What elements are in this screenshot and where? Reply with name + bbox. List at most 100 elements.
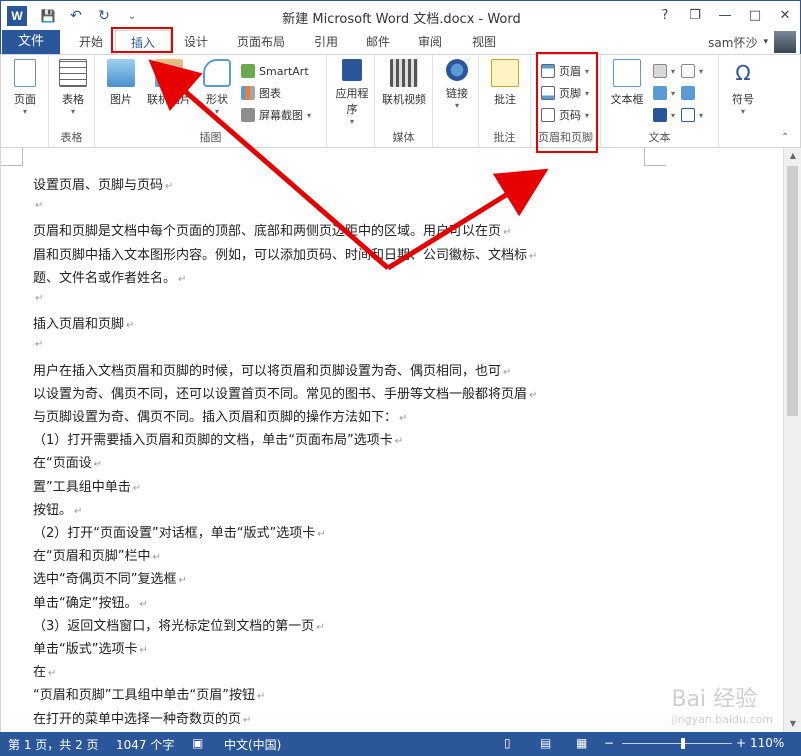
help-button[interactable]: ? — [650, 1, 680, 29]
zoom-in-button[interactable]: + — [736, 736, 746, 750]
pages-button[interactable]: 页面 ▾ — [7, 59, 43, 116]
tab-review[interactable]: 审阅 — [407, 30, 453, 54]
chevron-down-icon: ▾ — [349, 117, 354, 126]
document-line-text: 与页脚设置为奇、偶页不同。插入页眉和页脚的操作方法如下： — [33, 410, 398, 425]
proofing-icon[interactable]: ▣ — [192, 736, 203, 750]
picture-icon — [107, 59, 135, 87]
close-button[interactable]: ✕ — [770, 1, 800, 29]
object-button[interactable]: ▾ — [681, 105, 703, 125]
document-line-text: 页眉和页脚是文档中每个页面的顶部、底部和两侧页边距中的区域。用户可以在页 — [33, 224, 502, 240]
paragraph-mark-icon: ↵ — [35, 293, 44, 304]
comment-icon — [491, 59, 519, 87]
page-corner-mark — [644, 148, 666, 166]
document-line: “页眉和页脚”工具组中单击“页眉”按钮 ↵ — [33, 684, 265, 703]
ribbon-display-options-button[interactable]: ❐ — [680, 1, 710, 29]
tab-page-layout[interactable]: 页面布局 — [223, 30, 299, 54]
chevron-down-icon: ▾ — [671, 66, 676, 76]
online-picture-button[interactable]: 联机图片 — [143, 59, 195, 107]
link-icon — [446, 59, 468, 81]
web-layout-icon[interactable]: ▦ — [576, 736, 587, 750]
quick-parts-button[interactable]: ▾ — [653, 61, 675, 81]
smartart-button[interactable]: SmartArt — [241, 61, 309, 81]
tab-references[interactable]: 引用 — [303, 30, 349, 54]
word-count[interactable]: 1047 个字 — [116, 736, 174, 753]
zoom-out-button[interactable]: − — [604, 736, 614, 750]
language-indicator[interactable]: 中文(中国) — [224, 736, 281, 753]
document-line-text: 选中“奇偶页不同”复选框 — [33, 572, 177, 588]
annotation-box-header-footer — [536, 52, 598, 153]
paragraph-mark-icon: ↵ — [93, 459, 103, 471]
chart-icon — [241, 86, 255, 100]
paragraph-mark-icon: ↵ — [152, 552, 161, 564]
scroll-thumb[interactable] — [787, 166, 798, 416]
paragraph-mark-icon: ↵ — [126, 320, 135, 332]
table-button[interactable]: 表格 ▾ — [55, 59, 91, 116]
tab-design[interactable]: 设计 — [173, 30, 219, 54]
collapse-ribbon-button[interactable]: ⌃ — [781, 127, 789, 147]
minimize-button[interactable]: — — [710, 1, 740, 29]
tab-view[interactable]: 视图 — [461, 30, 507, 54]
page-count[interactable]: 第 1 页，共 2 页 — [8, 736, 99, 753]
status-bar: 第 1 页，共 2 页 1047 个字 ▣ 中文(中国) ▯ ▤ ▦ − + 1… — [0, 732, 801, 756]
chart-button[interactable]: 图表 — [241, 83, 281, 103]
chevron-down-icon: ▾ — [214, 107, 219, 116]
group-symbols: Ω 符号 ▾ — [719, 55, 765, 147]
shapes-button-label: 形状 — [206, 93, 228, 106]
document-line: ↵ — [33, 336, 43, 351]
comment-button[interactable]: 批注 — [487, 59, 523, 107]
zoom-level[interactable]: 110% — [750, 736, 784, 750]
scroll-down-icon[interactable]: ▼ — [784, 716, 801, 732]
paragraph-mark-icon: ↵ — [178, 575, 187, 587]
group-links: 链接 ▾ — [433, 55, 479, 147]
pages-button-label: 页面 — [14, 93, 36, 106]
group-tables: 表格 ▾ 表格 — [49, 55, 95, 147]
dropcap-button[interactable]: ▾ — [653, 105, 675, 125]
print-layout-icon[interactable]: ▤ — [540, 736, 551, 750]
document-line: （1）打开需要插入页眉和页脚的文档，单击“页面布局”选项卡 ↵ — [33, 429, 403, 448]
picture-button[interactable]: 图片 — [103, 59, 139, 107]
vertical-scrollbar[interactable]: ▲ ▼ — [783, 148, 801, 732]
document-line: 按钮。 ↵ — [33, 499, 82, 518]
date-time-button[interactable] — [681, 83, 695, 103]
tab-file[interactable]: 文件 — [2, 30, 60, 54]
textbox-button[interactable]: 文本框 — [607, 59, 647, 107]
annotation-box-insert-tab — [111, 27, 173, 53]
paragraph-mark-icon: ↵ — [74, 505, 83, 517]
wordart-button[interactable]: ▾ — [653, 83, 675, 103]
screenshot-button[interactable]: 屏幕截图 ▾ — [241, 105, 311, 125]
group-text: 文本框 ▾ ▾ ▾ ▾ ▾ 文本 — [601, 55, 719, 147]
chevron-down-icon: ▾ — [740, 107, 745, 116]
maximize-button[interactable]: □ — [740, 1, 770, 29]
watermark: Bai 经验 jingyan.baidu.com — [671, 681, 773, 726]
textbox-icon — [613, 59, 641, 87]
tab-mailings[interactable]: 邮件 — [355, 30, 401, 54]
document-line-text: 按钮。 — [33, 502, 73, 518]
signature-line-button[interactable]: ▾ — [681, 61, 703, 81]
group-label-comments: 批注 — [493, 131, 516, 144]
group-label-text: 文本 — [648, 131, 671, 144]
user-account[interactable]: sam怀沙 ▾ — [708, 30, 796, 54]
scroll-up-icon[interactable]: ▲ — [784, 148, 801, 164]
screenshot-label: 屏幕截图 — [259, 109, 303, 122]
chevron-down-icon: ▾ — [671, 110, 676, 120]
document-line: （2）打开“页面设置”对话框，单击“版式”选项卡 ↵ — [33, 522, 326, 541]
shapes-button[interactable]: 形状 ▾ — [199, 59, 235, 116]
group-label-tables: 表格 — [60, 131, 83, 144]
object-icon — [681, 108, 695, 122]
online-video-button[interactable]: 联机视频 — [379, 59, 429, 107]
zoom-slider-track[interactable] — [622, 743, 732, 744]
zoom-slider-thumb[interactable] — [680, 738, 685, 749]
link-button[interactable]: 链接 ▾ — [439, 59, 475, 110]
tab-home[interactable]: 开始 — [67, 30, 115, 54]
store-icon — [342, 59, 362, 81]
group-pages: 页面 ▾ — [1, 55, 49, 147]
document-line: （3）返回文档窗口，将光标定位到文档的第一页 ↵ — [33, 615, 325, 634]
chevron-down-icon: ▾ — [671, 88, 676, 98]
chevron-down-icon: ▾ — [699, 110, 704, 120]
symbol-button[interactable]: Ω 符号 ▾ — [725, 59, 761, 116]
read-mode-icon[interactable]: ▯ — [504, 736, 511, 750]
apps-button[interactable]: 应用程序 ▾ — [331, 59, 373, 126]
watermark-text: Bai 经验 — [671, 687, 758, 712]
video-icon — [390, 59, 418, 87]
paragraph-mark-icon: ↵ — [35, 200, 44, 212]
